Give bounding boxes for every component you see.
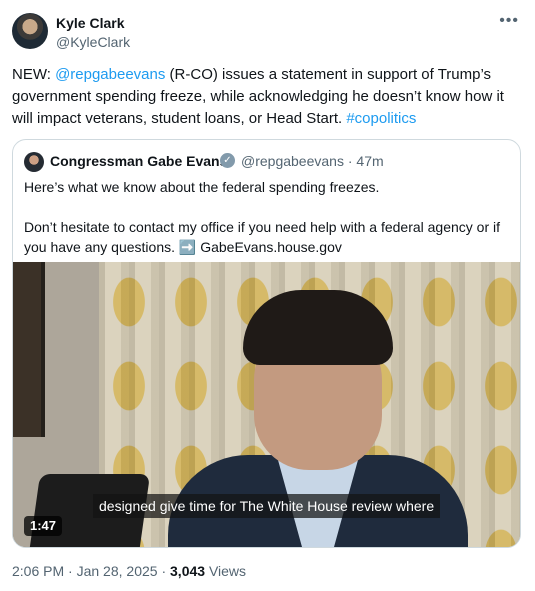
quoted-time[interactable]: 47m [356,153,383,169]
meta-separator: · [347,153,353,169]
video-person-hair [243,290,393,365]
arrow-icon: ➡️ [178,239,197,255]
author-avatar[interactable] [12,13,48,49]
views-count: 3,043 [170,563,206,579]
tweet-footer: 2:06 PM · Jan 28, 2025 · 3,043 Views [12,563,246,579]
quoted-text-line1: Here’s what we know about the federal sp… [24,179,380,195]
tweet-text: NEW: @repgabeevans (R-CO) issues a state… [12,64,522,130]
views-label: Views [208,563,247,579]
verified-badge-icon: ✓ [220,153,235,168]
hashtag-link[interactable]: #copolitics [346,110,416,127]
more-icon[interactable]: ••• [499,12,519,30]
author-name[interactable]: Kyle Clark [56,15,124,31]
footer-separator-1: · [68,563,73,579]
mention-link[interactable]: @repgabeevans [55,66,165,83]
video-duration: 1:47 [24,516,63,536]
tweet-date[interactable]: Jan 28, 2025 [77,563,158,579]
video-player[interactable]: designed give time for The White House r… [13,262,520,547]
quoted-tweet-card[interactable]: Congressman Gabe Evans ✓ @repgabeevans ·… [12,139,521,548]
quoted-meta: @repgabeevans · 47m [241,153,384,169]
video-caption: designed give time for The White House r… [93,494,441,518]
footer-separator-2: · [161,563,167,579]
tweet-time[interactable]: 2:06 PM [12,563,64,579]
quoted-author-name[interactable]: Congressman Gabe Evans [50,153,227,169]
video-frame-decor [13,262,45,437]
quoted-author-handle: @repgabeevans [241,153,344,169]
quoted-text: Here’s what we know about the federal sp… [24,177,512,257]
quoted-author-avatar[interactable] [24,152,44,172]
quoted-link[interactable]: GabeEvans.house.gov [200,239,342,255]
author-handle[interactable]: @KyleClark [56,34,130,50]
tweet-text-prefix: NEW: [12,66,56,83]
